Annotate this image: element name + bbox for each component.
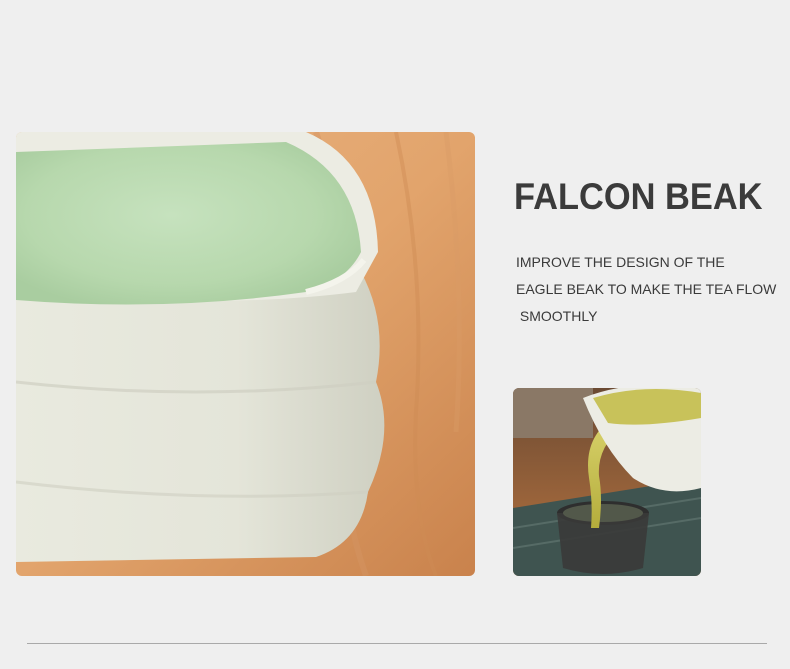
tea-pouring-image — [513, 388, 701, 576]
description-line: EAGLE BEAK TO MAKE THE TEA FLOW — [516, 281, 777, 297]
description-line: IMPROVE THE DESIGN OF THE — [516, 254, 725, 270]
feature-description: IMPROVE THE DESIGN OF THE EAGLE BEAK TO … — [516, 249, 778, 330]
matcha-bowl-image — [16, 132, 475, 576]
description-line: SMOOTHLY — [516, 308, 598, 324]
section-divider — [27, 643, 767, 644]
feature-title: FALCON BEAK — [514, 176, 763, 217]
